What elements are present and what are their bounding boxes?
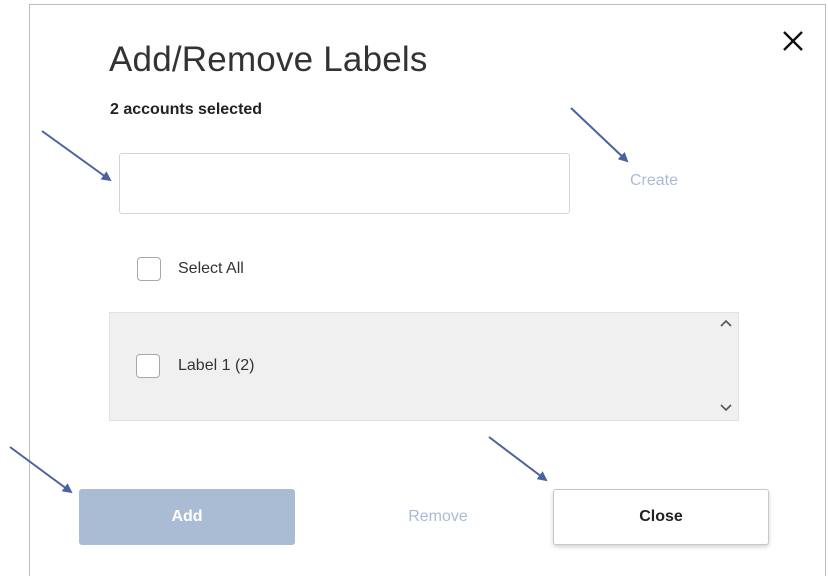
create-label-link[interactable]: Create: [630, 172, 678, 190]
selected-count-text: 2 accounts selected: [110, 101, 263, 118]
label-name-input[interactable]: [119, 153, 570, 214]
remove-button[interactable]: Remove: [338, 489, 538, 545]
chevron-up-icon[interactable]: [718, 317, 734, 329]
close-button[interactable]: Close: [553, 489, 769, 545]
label-item-text: Label 1 (2): [178, 357, 255, 374]
add-button[interactable]: Add: [79, 489, 295, 545]
chevron-down-icon[interactable]: [718, 402, 734, 414]
stage: Add/Remove Labels 2 accounts selected Cr…: [0, 0, 828, 576]
dialog-title: Add/Remove Labels: [109, 40, 428, 79]
select-all-label: Select All: [178, 260, 244, 277]
close-icon[interactable]: [781, 29, 805, 53]
select-all-checkbox[interactable]: [137, 257, 161, 281]
label-checkbox[interactable]: [136, 354, 160, 378]
